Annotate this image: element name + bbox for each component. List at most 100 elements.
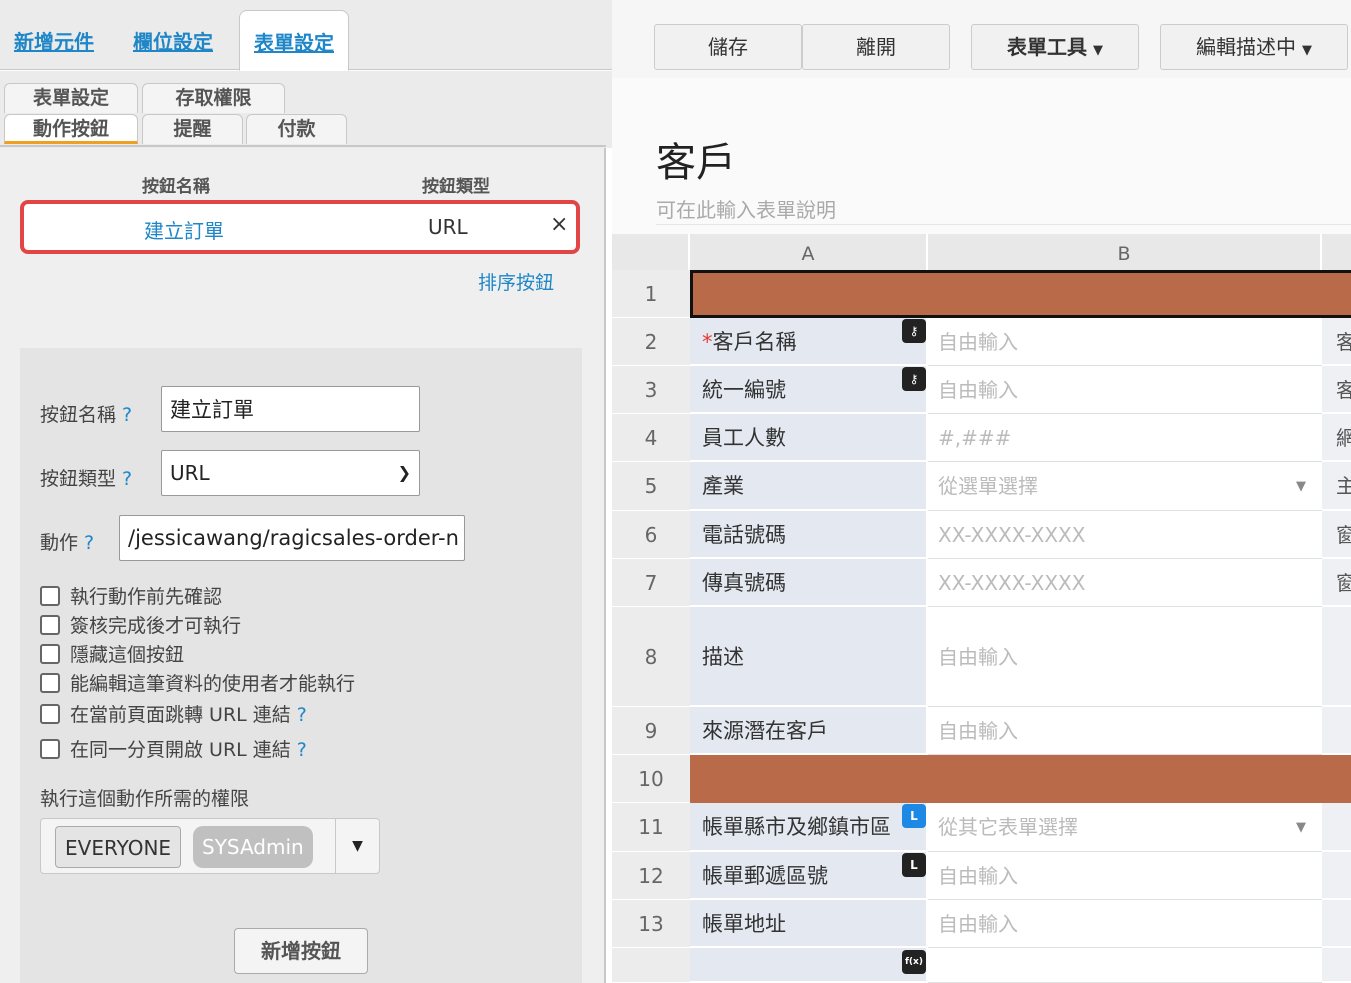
field-label-cell[interactable]: 帳單郵遞區號 L bbox=[690, 852, 928, 900]
checkbox-confirm[interactable]: 執行動作前先確認 bbox=[40, 582, 222, 609]
field-input-cell[interactable]: #,### bbox=[928, 414, 1322, 462]
column-c-cell[interactable]: 客 bbox=[1322, 318, 1351, 366]
row-number[interactable]: 7 bbox=[612, 559, 690, 607]
subtab-action-buttons[interactable]: 動作按鈕 bbox=[4, 114, 138, 144]
row-number[interactable]: 6 bbox=[612, 511, 690, 559]
help-icon[interactable]: ? bbox=[84, 532, 94, 554]
checkbox[interactable] bbox=[40, 615, 60, 635]
column-c-cell[interactable] bbox=[1322, 852, 1351, 900]
row-number[interactable]: 2 bbox=[612, 318, 690, 366]
row-number[interactable]: 1 bbox=[612, 270, 690, 318]
field-input-cell[interactable] bbox=[928, 948, 1322, 983]
checkbox[interactable] bbox=[40, 739, 60, 759]
key-icon[interactable]: ⚷ bbox=[902, 319, 926, 343]
field-label-cell[interactable]: *客戶名稱 ⚷ bbox=[690, 318, 928, 366]
caret-down-icon[interactable]: ▼ bbox=[335, 819, 379, 873]
checkbox[interactable] bbox=[40, 644, 60, 664]
edit-mode-button[interactable]: 編輯描述中 ▼ bbox=[1160, 24, 1348, 70]
checkbox-redirect-current[interactable]: 在當前頁面跳轉 URL 連結? bbox=[40, 700, 307, 727]
field-input-cell[interactable]: 自由輸入 bbox=[928, 707, 1322, 755]
checkbox-hide-button[interactable]: 隱藏這個按鈕 bbox=[40, 640, 184, 667]
leave-button[interactable]: 離開 bbox=[802, 24, 950, 70]
permission-chip-everyone[interactable]: EVERYONE bbox=[55, 826, 182, 868]
help-icon[interactable]: ? bbox=[297, 704, 307, 726]
add-button[interactable]: 新增按鈕 bbox=[234, 928, 368, 974]
column-c-cell[interactable] bbox=[1322, 900, 1351, 948]
key-icon[interactable]: ⚷ bbox=[902, 367, 926, 391]
checkbox[interactable] bbox=[40, 673, 60, 693]
row-number[interactable]: 3 bbox=[612, 366, 690, 414]
help-icon[interactable]: ? bbox=[122, 404, 132, 426]
row-number[interactable]: 4 bbox=[612, 414, 690, 462]
field-input-cell[interactable]: 自由輸入 bbox=[928, 366, 1322, 414]
field-label-cell[interactable]: 來源潛在客戶 bbox=[690, 707, 928, 755]
button-list-row[interactable]: 建立訂單 URL × bbox=[20, 200, 580, 254]
row-number[interactable]: 11 bbox=[612, 803, 690, 852]
column-header-c[interactable] bbox=[1322, 234, 1351, 270]
row-number[interactable]: 5 bbox=[612, 462, 690, 511]
subtab-payment[interactable]: 付款 bbox=[246, 114, 347, 144]
field-label-cell[interactable]: 帳單地址 bbox=[690, 900, 928, 948]
row-number[interactable] bbox=[612, 948, 690, 983]
tab-add-component[interactable]: 新增元件 bbox=[14, 26, 94, 55]
column-c-cell[interactable]: 窗 bbox=[1322, 559, 1351, 607]
field-input-cell[interactable]: 自由輸入 bbox=[928, 607, 1322, 707]
field-input-cell[interactable]: 自由輸入 bbox=[928, 852, 1322, 900]
permission-chip-sysadmin[interactable]: SYSAdmin bbox=[193, 826, 313, 868]
column-c-cell[interactable] bbox=[1322, 803, 1351, 852]
help-icon[interactable]: ? bbox=[297, 739, 307, 761]
subtab-reminders[interactable]: 提醒 bbox=[142, 114, 243, 144]
column-c-cell[interactable]: 主 bbox=[1322, 462, 1351, 511]
column-c-cell[interactable]: 客 bbox=[1322, 366, 1351, 414]
column-c-cell[interactable]: 網 bbox=[1322, 414, 1351, 462]
form-description[interactable]: 可在此輸入表單說明 bbox=[656, 194, 836, 223]
form-tools-button[interactable]: 表單工具 ▼ bbox=[971, 24, 1139, 70]
field-input-cell[interactable]: 從選單選擇 ▼ bbox=[928, 462, 1322, 511]
field-label-cell[interactable]: 描述 bbox=[690, 607, 928, 707]
field-label-cell[interactable]: 員工人數 bbox=[690, 414, 928, 462]
delete-button-icon[interactable]: × bbox=[550, 212, 568, 237]
column-c-cell[interactable] bbox=[1322, 707, 1351, 755]
section-separator[interactable] bbox=[690, 270, 1351, 318]
row-number[interactable]: 13 bbox=[612, 900, 690, 948]
caret-down-icon[interactable]: ▼ bbox=[1296, 462, 1306, 511]
form-title[interactable]: 客戶 bbox=[656, 130, 736, 188]
checkbox-editors-only[interactable]: 能編輯這筆資料的使用者才能執行 bbox=[40, 669, 355, 696]
checkbox[interactable] bbox=[40, 586, 60, 606]
column-c-cell[interactable] bbox=[1322, 607, 1351, 707]
field-input-cell[interactable]: XX-XXXX-XXXX bbox=[928, 511, 1322, 559]
button-row-name[interactable]: 建立訂單 bbox=[144, 215, 224, 244]
link-field-icon[interactable]: L bbox=[902, 853, 926, 877]
caret-down-icon[interactable]: ▼ bbox=[1296, 803, 1306, 852]
tab-form-settings[interactable]: 表單設定 bbox=[239, 10, 349, 71]
column-c-cell[interactable]: 窗 bbox=[1322, 511, 1351, 559]
column-header-b[interactable]: B bbox=[928, 234, 1322, 270]
row-number[interactable]: 8 bbox=[612, 607, 690, 707]
column-header-a[interactable]: A bbox=[690, 234, 928, 270]
sort-buttons-link[interactable]: 排序按鈕 bbox=[478, 268, 554, 295]
row-number[interactable]: 9 bbox=[612, 707, 690, 755]
field-input-cell[interactable]: 自由輸入 bbox=[928, 318, 1322, 366]
field-label-cell[interactable]: 傳真號碼 bbox=[690, 559, 928, 607]
subtab-form-settings[interactable]: 表單設定 bbox=[4, 83, 138, 113]
field-label-cell[interactable]: 帳單縣市及鄉鎮市區 L bbox=[690, 803, 928, 852]
permission-select[interactable]: EVERYONE SYSAdmin ▼ bbox=[40, 818, 380, 874]
field-input-cell[interactable]: 自由輸入 bbox=[928, 900, 1322, 948]
checkbox[interactable] bbox=[40, 704, 60, 724]
field-input-cell[interactable]: 從其它表單選擇 ▼ bbox=[928, 803, 1322, 852]
field-label-cell[interactable]: 統一編號 ⚷ bbox=[690, 366, 928, 414]
link-field-icon[interactable]: L bbox=[902, 804, 926, 828]
help-icon[interactable]: ? bbox=[122, 468, 132, 490]
button-type-select[interactable]: URL ❯ bbox=[161, 450, 420, 496]
button-name-input[interactable] bbox=[161, 386, 420, 432]
formula-icon[interactable]: f(x) bbox=[902, 950, 926, 974]
section-separator[interactable] bbox=[690, 755, 1351, 803]
checkbox-open-same-tab[interactable]: 在同一分頁開啟 URL 連結? bbox=[40, 735, 307, 762]
save-button[interactable]: 儲存 bbox=[654, 24, 802, 70]
field-label-cell[interactable]: f(x) bbox=[690, 948, 928, 983]
row-number[interactable]: 10 bbox=[612, 755, 690, 803]
action-url-input[interactable] bbox=[119, 515, 465, 561]
field-input-cell[interactable]: XX-XXXX-XXXX bbox=[928, 559, 1322, 607]
field-label-cell[interactable]: 產業 bbox=[690, 462, 928, 511]
checkbox-after-approval[interactable]: 簽核完成後才可執行 bbox=[40, 611, 241, 638]
